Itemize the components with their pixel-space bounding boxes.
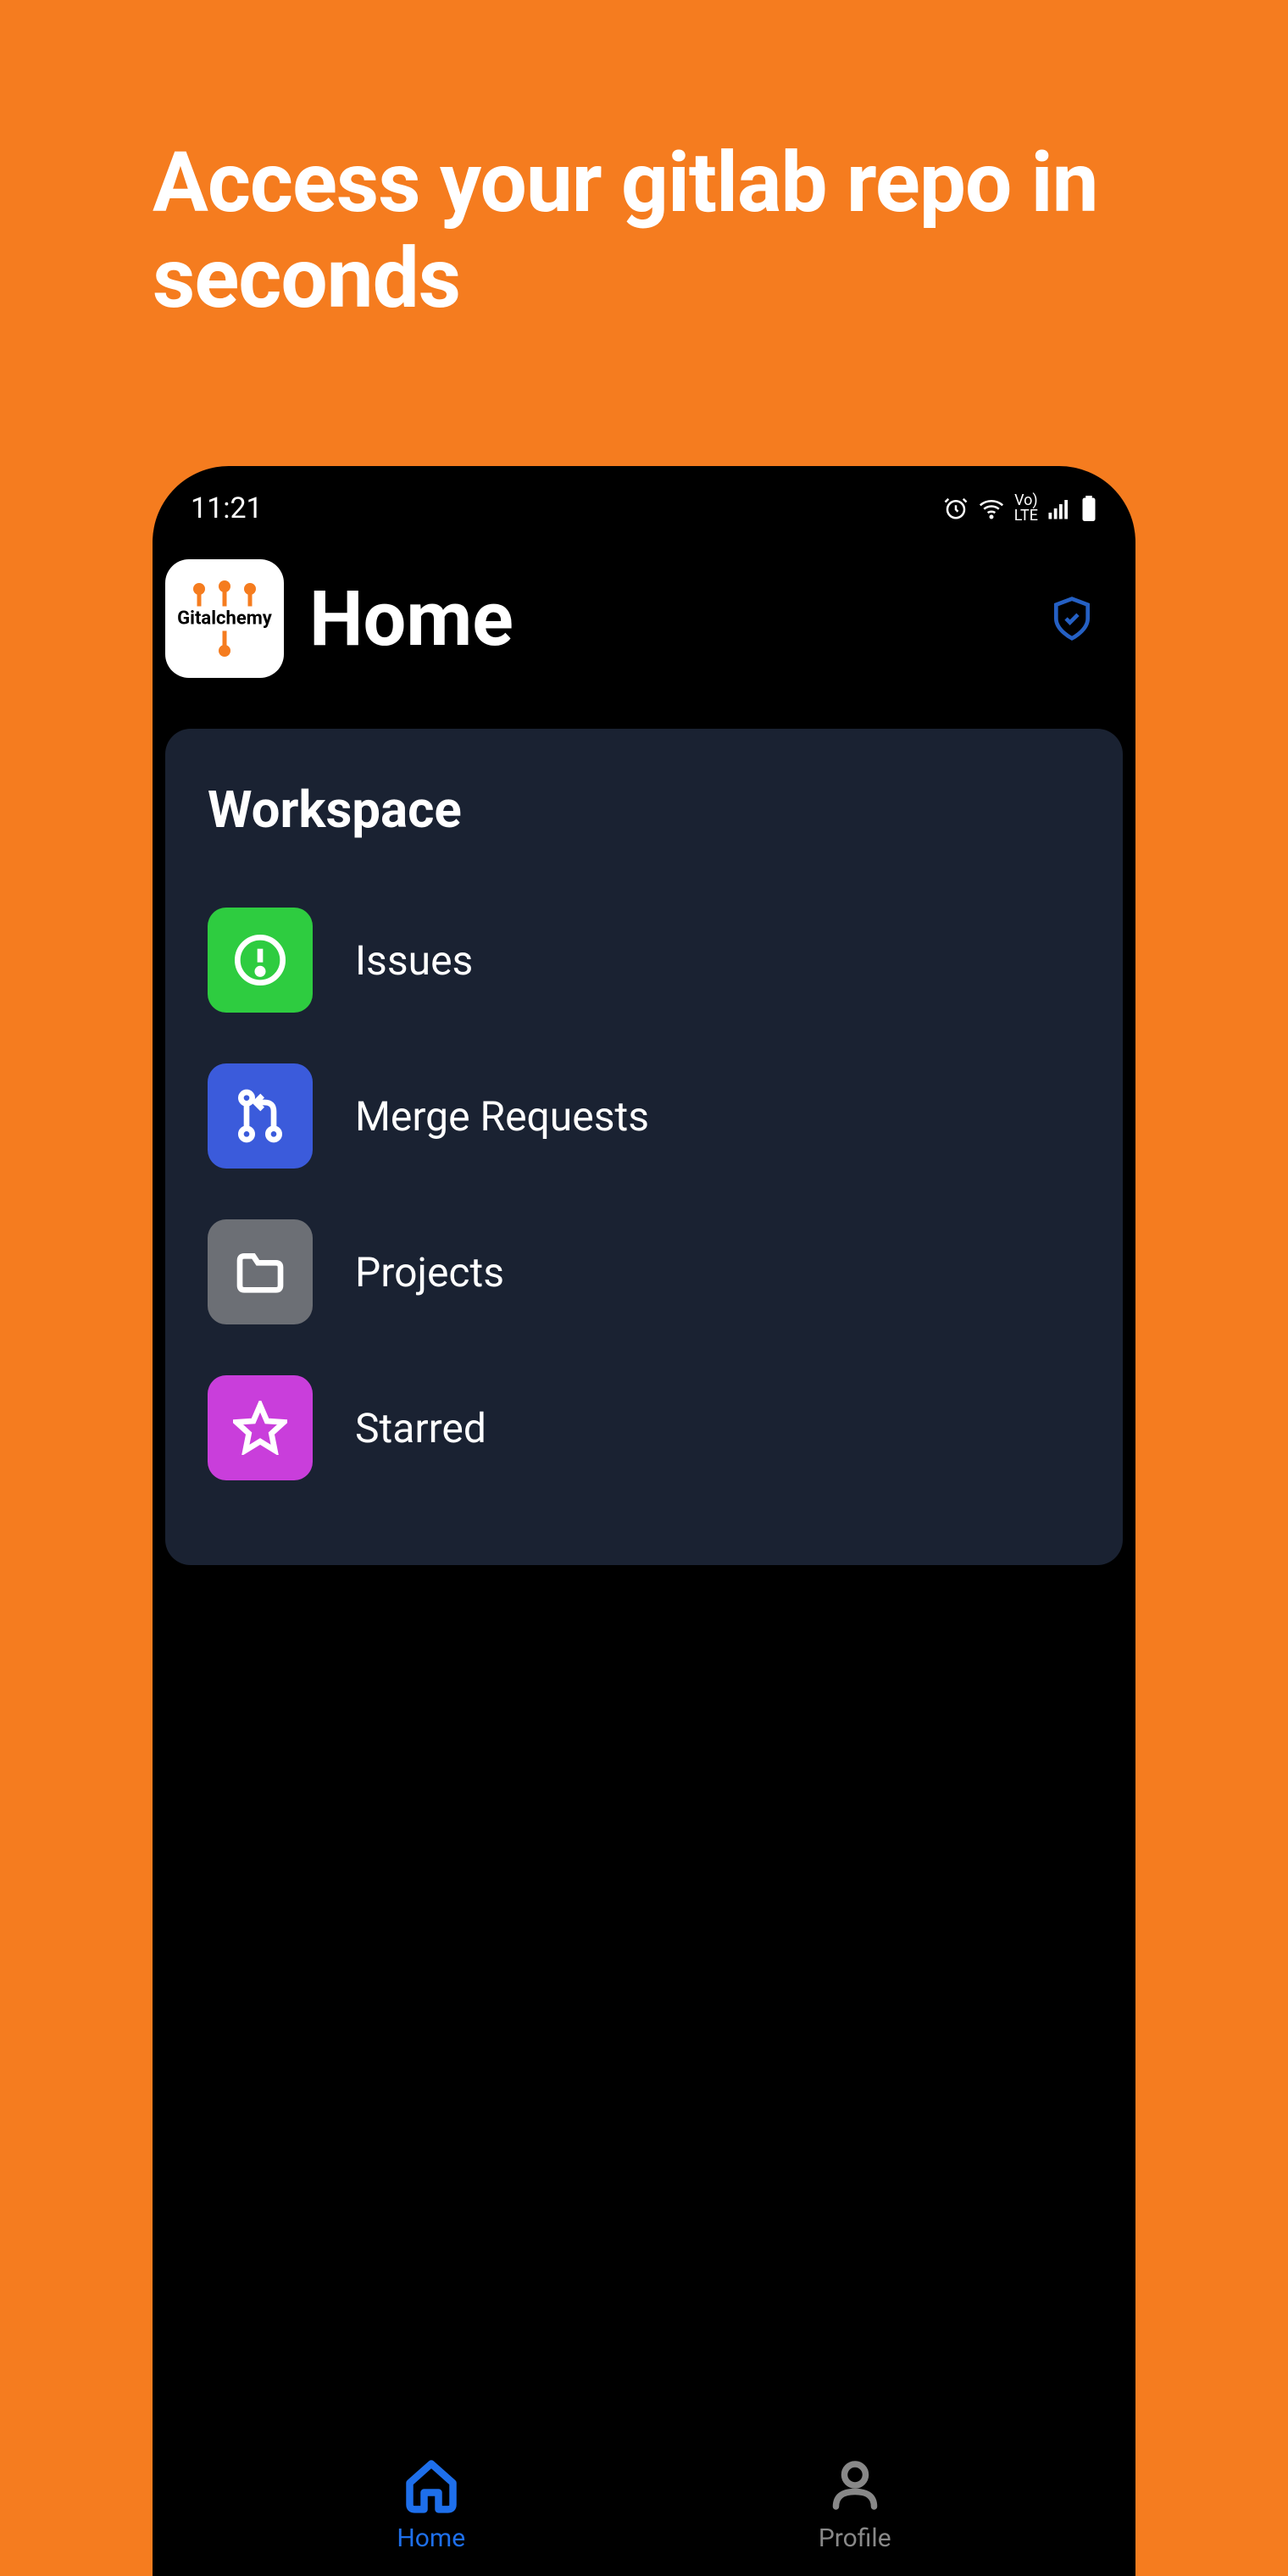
app-logo[interactable]: Gitalchemy xyxy=(165,559,284,678)
nav-item-profile[interactable]: Profile xyxy=(819,2456,891,2553)
nav-label: Profile xyxy=(819,2523,891,2553)
folder-icon xyxy=(208,1219,313,1324)
promo-headline: Access your gitlab repo in seconds xyxy=(0,0,1288,326)
workspace-item-merge-requests[interactable]: Merge Requests xyxy=(208,1038,1080,1194)
bottom-nav: Home Profile xyxy=(153,2432,1135,2576)
status-icons-group: Vo) LTE xyxy=(943,493,1097,524)
status-time: 11:21 xyxy=(191,491,263,525)
workspace-item-starred[interactable]: Starred xyxy=(208,1350,1080,1506)
alert-circle-icon xyxy=(208,908,313,1013)
page-title: Home xyxy=(309,575,1021,663)
home-icon xyxy=(402,2456,461,2515)
workspace-item-label: Projects xyxy=(355,1248,504,1296)
phone-frame: 11:21 Vo) LTE xyxy=(153,466,1135,2576)
app-header: Gitalchemy Home xyxy=(153,542,1135,712)
shield-button[interactable] xyxy=(1046,593,1097,644)
workspace-card: Workspace Issues Merge Requests xyxy=(165,729,1123,1565)
nav-label: Home xyxy=(397,2523,465,2553)
network-label: Vo) LTE xyxy=(1014,493,1038,524)
battery-icon xyxy=(1080,496,1097,521)
profile-icon xyxy=(825,2456,885,2515)
merge-icon xyxy=(208,1063,313,1169)
workspace-item-issues[interactable]: Issues xyxy=(208,882,1080,1038)
shield-check-icon xyxy=(1048,595,1096,642)
workspace-item-label: Issues xyxy=(355,936,473,985)
wifi-icon xyxy=(977,496,1006,521)
logo-text: Gitalchemy xyxy=(174,607,275,631)
lte-text: LTE xyxy=(1014,508,1038,524)
alarm-icon xyxy=(943,496,969,521)
star-icon xyxy=(208,1375,313,1480)
nav-item-home[interactable]: Home xyxy=(397,2456,465,2553)
workspace-item-projects[interactable]: Projects xyxy=(208,1194,1080,1350)
workspace-item-label: Starred xyxy=(355,1404,486,1452)
workspace-item-label: Merge Requests xyxy=(355,1092,649,1141)
status-bar: 11:21 Vo) LTE xyxy=(153,466,1135,542)
workspace-title: Workspace xyxy=(208,780,1080,840)
signal-icon xyxy=(1046,496,1072,521)
